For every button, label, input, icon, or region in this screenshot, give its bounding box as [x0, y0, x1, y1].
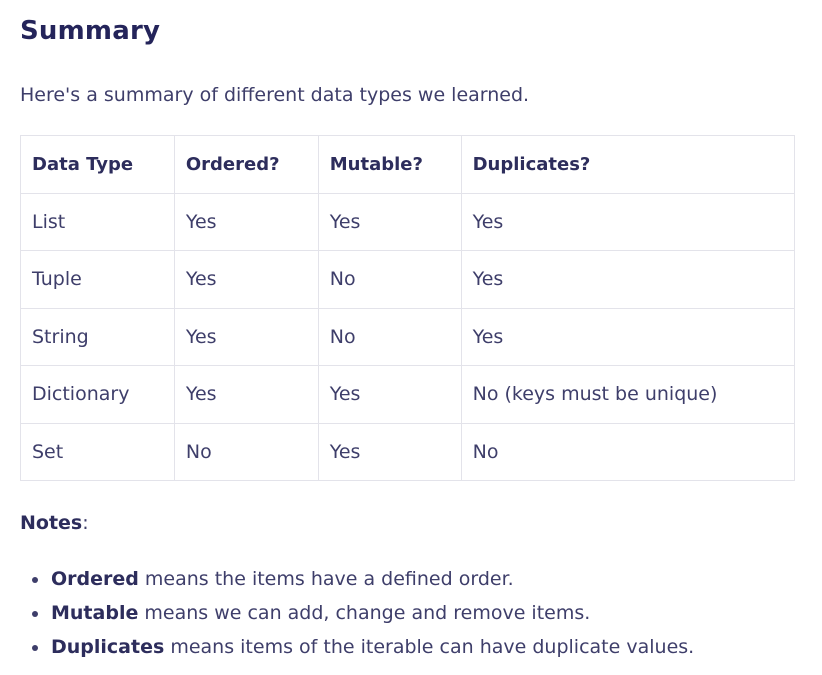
- header-ordered: Ordered?: [173, 135, 319, 194]
- list-item: Duplicates means items of the iterable c…: [32, 630, 695, 664]
- notes-label: Notes:: [20, 512, 89, 534]
- cell-data-type: Tuple: [20, 250, 175, 309]
- cell-duplicates: Yes: [460, 192, 796, 251]
- table-row: Tuple Yes No Yes: [20, 250, 796, 309]
- data-types-table: Data Type Ordered? Mutable? Duplicates? …: [20, 135, 796, 481]
- cell-duplicates: Yes: [460, 307, 796, 366]
- table-row: Set No Yes No: [20, 422, 796, 481]
- notes-label-colon: :: [82, 512, 89, 534]
- notes-label-text: Notes: [20, 512, 83, 534]
- header-mutable: Mutable?: [317, 135, 462, 194]
- table-row: Dictionary Yes Yes No (keys must be uniq…: [20, 365, 796, 424]
- cell-data-type: String: [20, 307, 175, 366]
- note-term: Duplicates: [51, 636, 165, 658]
- cell-data-type: Set: [20, 422, 175, 481]
- note-term: Mutable: [51, 602, 139, 624]
- header-data-type: Data Type: [20, 135, 175, 194]
- table-row: String Yes No Yes: [20, 307, 796, 366]
- header-duplicates: Duplicates?: [460, 135, 796, 194]
- cell-mutable: Yes: [317, 365, 462, 424]
- bullet-icon: [32, 577, 38, 583]
- cell-duplicates: Yes: [460, 250, 796, 309]
- cell-mutable: Yes: [317, 192, 462, 251]
- note-term: Ordered: [51, 568, 139, 590]
- cell-duplicates: No: [460, 422, 796, 481]
- summary-page: Summary Here's a summary of different da…: [0, 0, 822, 675]
- cell-ordered: Yes: [173, 307, 319, 366]
- cell-mutable: No: [317, 307, 462, 366]
- cell-duplicates: No (keys must be unique): [460, 365, 796, 424]
- table-row: List Yes Yes Yes: [20, 192, 796, 251]
- note-text: means items of the iterable can have dup…: [164, 636, 695, 658]
- bullet-icon: [32, 611, 38, 617]
- intro-text: Here's a summary of different data types…: [20, 84, 530, 106]
- cell-ordered: No: [173, 422, 319, 481]
- list-item: Ordered means the items have a defined o…: [32, 562, 694, 596]
- cell-data-type: List: [20, 192, 175, 251]
- cell-mutable: Yes: [317, 422, 462, 481]
- notes-list: Ordered means the items have a defined o…: [20, 562, 694, 664]
- cell-ordered: Yes: [173, 250, 319, 309]
- bullet-icon: [32, 645, 38, 651]
- cell-mutable: No: [317, 250, 462, 309]
- note-text: means the items have a defined order.: [138, 568, 514, 590]
- cell-ordered: Yes: [173, 365, 319, 424]
- page-title: Summary: [20, 16, 161, 46]
- table-header-row: Data Type Ordered? Mutable? Duplicates?: [20, 135, 796, 194]
- note-text: means we can add, change and remove item…: [138, 602, 591, 624]
- list-item: Mutable means we can add, change and rem…: [32, 596, 694, 630]
- cell-data-type: Dictionary: [20, 365, 175, 424]
- cell-ordered: Yes: [173, 192, 319, 251]
